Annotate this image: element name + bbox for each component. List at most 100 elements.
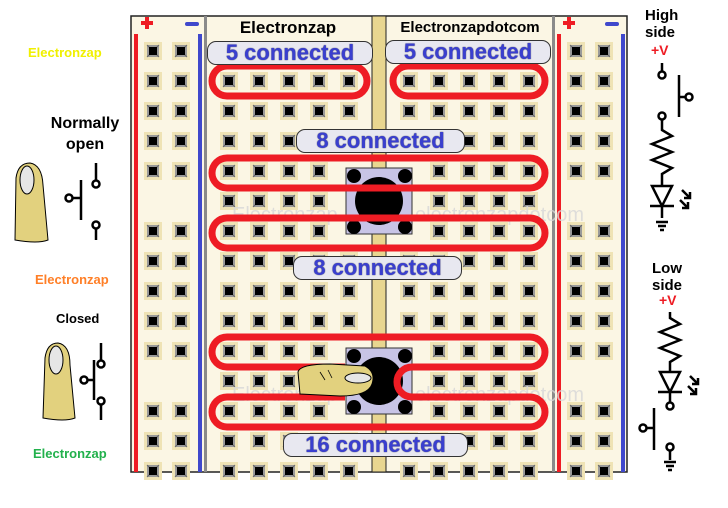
breadboard-hole[interactable]: [339, 281, 359, 301]
breadboard-hole[interactable]: [309, 311, 329, 331]
breadboard-hole[interactable]: [279, 281, 299, 301]
breadboard-hole[interactable]: [399, 311, 419, 331]
breadboard-hole[interactable]: [489, 311, 509, 331]
breadboard-hole[interactable]: [429, 161, 449, 181]
breadboard-hole[interactable]: [519, 341, 539, 361]
breadboard-hole[interactable]: [489, 161, 509, 181]
breadboard-hole[interactable]: [279, 101, 299, 121]
rail-hole[interactable]: [594, 431, 614, 451]
breadboard-hole[interactable]: [489, 341, 509, 361]
rail-hole[interactable]: [143, 461, 163, 481]
rail-hole[interactable]: [143, 251, 163, 271]
rail-hole[interactable]: [594, 401, 614, 421]
rail-hole[interactable]: [143, 161, 163, 181]
breadboard-hole[interactable]: [459, 71, 479, 91]
rail-hole[interactable]: [171, 431, 191, 451]
rail-hole[interactable]: [566, 281, 586, 301]
rail-hole[interactable]: [143, 311, 163, 331]
rail-hole[interactable]: [171, 461, 191, 481]
rail-hole[interactable]: [566, 251, 586, 271]
breadboard-hole[interactable]: [399, 281, 419, 301]
rail-hole[interactable]: [143, 41, 163, 61]
rail-hole[interactable]: [171, 281, 191, 301]
rail-hole[interactable]: [594, 311, 614, 331]
breadboard-hole[interactable]: [279, 461, 299, 481]
breadboard-hole[interactable]: [429, 341, 449, 361]
breadboard-hole[interactable]: [489, 431, 509, 451]
rail-hole[interactable]: [566, 41, 586, 61]
rail-hole[interactable]: [171, 101, 191, 121]
breadboard-hole[interactable]: [279, 341, 299, 361]
rail-hole[interactable]: [566, 461, 586, 481]
breadboard-hole[interactable]: [459, 311, 479, 331]
breadboard-hole[interactable]: [339, 311, 359, 331]
breadboard-hole[interactable]: [249, 311, 269, 331]
breadboard-hole[interactable]: [219, 251, 239, 271]
rail-hole[interactable]: [143, 101, 163, 121]
breadboard-hole[interactable]: [489, 131, 509, 151]
breadboard-hole[interactable]: [459, 161, 479, 181]
rail-hole[interactable]: [171, 41, 191, 61]
breadboard-hole[interactable]: [459, 281, 479, 301]
breadboard-hole[interactable]: [219, 131, 239, 151]
rail-hole[interactable]: [594, 251, 614, 271]
breadboard-hole[interactable]: [519, 431, 539, 451]
breadboard-hole[interactable]: [249, 431, 269, 451]
breadboard-hole[interactable]: [309, 281, 329, 301]
breadboard-hole[interactable]: [519, 461, 539, 481]
rail-hole[interactable]: [594, 41, 614, 61]
rail-hole[interactable]: [566, 431, 586, 451]
breadboard-hole[interactable]: [219, 71, 239, 91]
breadboard-hole[interactable]: [429, 101, 449, 121]
rail-hole[interactable]: [594, 221, 614, 241]
breadboard-hole[interactable]: [219, 281, 239, 301]
rail-hole[interactable]: [143, 131, 163, 151]
breadboard-hole[interactable]: [459, 461, 479, 481]
breadboard-hole[interactable]: [429, 281, 449, 301]
breadboard-hole[interactable]: [339, 461, 359, 481]
rail-hole[interactable]: [171, 71, 191, 91]
breadboard-hole[interactable]: [279, 311, 299, 331]
rail-hole[interactable]: [594, 131, 614, 151]
breadboard-hole[interactable]: [489, 461, 509, 481]
rail-hole[interactable]: [594, 161, 614, 181]
breadboard-hole[interactable]: [219, 311, 239, 331]
breadboard-hole[interactable]: [459, 341, 479, 361]
breadboard-hole[interactable]: [519, 311, 539, 331]
breadboard-hole[interactable]: [219, 341, 239, 361]
rail-hole[interactable]: [566, 341, 586, 361]
breadboard-hole[interactable]: [489, 251, 509, 271]
rail-hole[interactable]: [143, 401, 163, 421]
rail-hole[interactable]: [594, 101, 614, 121]
breadboard-hole[interactable]: [249, 281, 269, 301]
rail-hole[interactable]: [171, 341, 191, 361]
rail-hole[interactable]: [171, 161, 191, 181]
breadboard-hole[interactable]: [429, 311, 449, 331]
rail-hole[interactable]: [171, 311, 191, 331]
breadboard-hole[interactable]: [489, 101, 509, 121]
breadboard-hole[interactable]: [279, 71, 299, 91]
rail-hole[interactable]: [566, 131, 586, 151]
breadboard-hole[interactable]: [309, 101, 329, 121]
breadboard-hole[interactable]: [399, 71, 419, 91]
rail-hole[interactable]: [566, 311, 586, 331]
breadboard-hole[interactable]: [519, 101, 539, 121]
breadboard-hole[interactable]: [489, 281, 509, 301]
rail-hole[interactable]: [171, 221, 191, 241]
rail-hole[interactable]: [143, 341, 163, 361]
breadboard-hole[interactable]: [519, 281, 539, 301]
rail-hole[interactable]: [171, 401, 191, 421]
breadboard-hole[interactable]: [219, 101, 239, 121]
breadboard-hole[interactable]: [339, 71, 359, 91]
breadboard-hole[interactable]: [249, 131, 269, 151]
breadboard-hole[interactable]: [249, 71, 269, 91]
rail-hole[interactable]: [143, 221, 163, 241]
breadboard-hole[interactable]: [309, 161, 329, 181]
breadboard-hole[interactable]: [399, 461, 419, 481]
breadboard-hole[interactable]: [339, 101, 359, 121]
breadboard-hole[interactable]: [309, 461, 329, 481]
breadboard-hole[interactable]: [519, 161, 539, 181]
breadboard-hole[interactable]: [459, 251, 479, 271]
rail-hole[interactable]: [143, 281, 163, 301]
rail-hole[interactable]: [594, 71, 614, 91]
